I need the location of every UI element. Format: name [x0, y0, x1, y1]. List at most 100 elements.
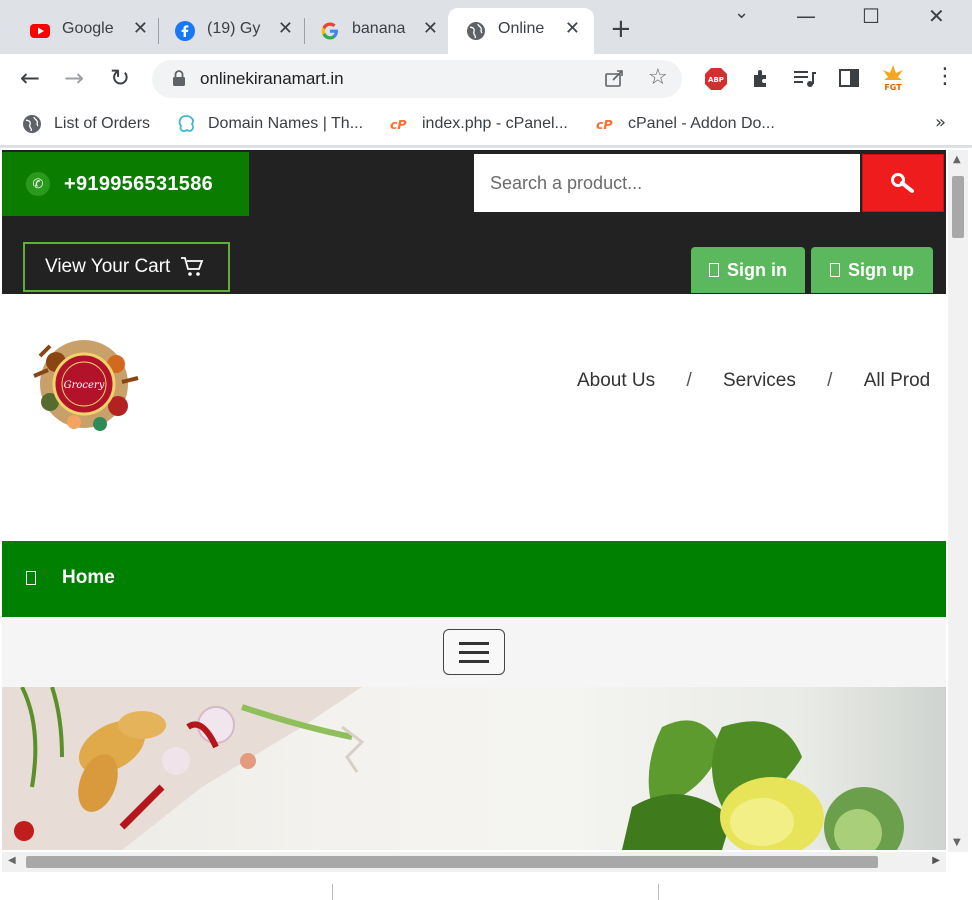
maximize-button[interactable]: ☐ [862, 4, 880, 28]
vertical-scrollbar[interactable]: ▲ ▼ [948, 150, 968, 852]
reload-icon[interactable]: ↻ [110, 64, 130, 92]
scroll-right-icon[interactable]: ▶ [932, 855, 940, 866]
bookmark-index-php[interactable]: cP index.php - cPanel... [390, 114, 568, 134]
bookmark-label: cPanel - Addon Do... [628, 115, 775, 132]
product-search-input[interactable] [474, 154, 860, 212]
tab-online-active[interactable]: Online ✕ [448, 8, 594, 54]
vegetables-banner-image [2, 687, 904, 850]
nav-separator: / [827, 370, 833, 391]
divider [658, 884, 659, 900]
divider [332, 884, 333, 900]
youtube-icon [30, 24, 50, 38]
tab-youtube[interactable]: Google ✕ [0, 8, 158, 54]
phone-box: ✆ +919956531586 [2, 152, 249, 216]
tab-label: (19) Gy [207, 20, 261, 37]
adblock-icon[interactable]: ABP [704, 67, 728, 91]
domain-icon [178, 115, 194, 133]
svg-text:cP: cP [390, 117, 407, 132]
sign-up-button[interactable]: Sign up [811, 247, 933, 293]
bookmark-star-icon[interactable]: ☆ [648, 65, 668, 90]
phone-icon: ✆ [26, 172, 50, 196]
logo-text: Grocery [64, 380, 105, 391]
forward-icon[interactable]: → [64, 64, 84, 92]
sign-in-label: Sign in [727, 259, 787, 280]
search-icon [891, 173, 914, 193]
tab-strip: Google ✕ (19) Gy ✕ banana ✕ Online ✕ + ⌄… [0, 0, 972, 54]
bookmark-label: List of Orders [54, 115, 151, 132]
scroll-up-icon[interactable]: ▲ [953, 154, 961, 165]
url-text: onlinekiranamart.in [200, 69, 344, 88]
page-bottom-strip [0, 872, 972, 900]
tab-label: Online [498, 20, 545, 37]
sign-in-button[interactable]: Sign in [691, 247, 805, 293]
fgt-extension-icon[interactable]: FGT [880, 64, 906, 92]
tab-label: banana [352, 20, 406, 37]
cart-icon [181, 257, 204, 276]
web-page: ✆ +919956531586 View Your Cart Sign in [2, 150, 946, 850]
horizontal-scrollbar[interactable]: ◀ ▶ [2, 852, 946, 872]
browser-window: Google ✕ (19) Gy ✕ banana ✕ Online ✕ + ⌄… [0, 0, 972, 900]
bookmark-list-of-orders[interactable]: List of Orders [22, 114, 150, 134]
google-icon [321, 22, 338, 40]
close-icon[interactable]: ✕ [423, 18, 438, 39]
page-viewport: ✆ +919956531586 View Your Cart Sign in [0, 148, 972, 900]
new-tab-button[interactable]: + [610, 14, 632, 44]
nav-all-products[interactable]: All Prod [864, 370, 931, 392]
phone-number: +919956531586 [64, 172, 214, 195]
signup-icon [830, 263, 840, 277]
nav-services[interactable]: Services [723, 370, 796, 392]
browser-toolbar: ← → ↻ onlinekiranamart.in ☆ ABP FGT ⋮ [0, 54, 972, 104]
address-bar[interactable]: onlinekiranamart.in ☆ [152, 60, 682, 98]
view-cart-button[interactable]: View Your Cart [23, 242, 230, 292]
tab-label: Google [62, 20, 114, 37]
scrollbar-thumb[interactable] [952, 176, 964, 238]
signin-icon [709, 263, 719, 277]
more-bookmarks-icon[interactable]: » [935, 112, 946, 133]
scroll-left-icon[interactable]: ◀ [8, 855, 16, 866]
extensions-icon[interactable] [750, 68, 772, 90]
home-nav-bar: Home [2, 541, 946, 617]
search-button[interactable] [862, 154, 944, 212]
scrollbar-thumb[interactable] [26, 856, 878, 868]
share-icon[interactable] [604, 68, 626, 88]
back-icon[interactable]: ← [20, 64, 40, 92]
menu-toggle-button[interactable] [443, 629, 505, 675]
svg-text:ABP: ABP [708, 76, 724, 84]
nav-about-us[interactable]: About Us [577, 370, 655, 392]
nav-separator: / [686, 370, 692, 391]
tab-google[interactable]: banana ✕ [290, 8, 448, 54]
side-panel-icon[interactable] [838, 67, 860, 89]
scroll-down-icon[interactable]: ▼ [953, 837, 961, 848]
bookmark-label: index.php - cPanel... [422, 115, 568, 132]
globe-icon [467, 22, 485, 40]
bookmark-cpanel-addon[interactable]: cP cPanel - Addon Do... [596, 114, 775, 134]
home-link[interactable]: Home [62, 567, 115, 589]
home-icon [26, 571, 36, 585]
hamburger-line [459, 642, 489, 645]
top-bar: ✆ +919956531586 View Your Cart Sign in [2, 150, 946, 294]
bookmark-domain-names[interactable]: Domain Names | Th... [176, 114, 363, 134]
tab-facebook[interactable]: (19) Gy ✕ [145, 8, 303, 54]
site-header: Grocery About Us / Services / All Prod [2, 294, 946, 541]
grocery-logo[interactable]: Grocery [26, 332, 142, 436]
menu-kebab-icon[interactable]: ⋮ [934, 64, 956, 89]
bookmark-label: Domain Names | Th... [208, 115, 364, 132]
svg-text:FGT: FGT [884, 83, 902, 92]
facebook-icon [175, 21, 195, 41]
close-icon[interactable]: ✕ [565, 18, 580, 39]
hamburger-line [459, 651, 489, 654]
cpanel-icon: cP [596, 117, 613, 132]
close-window-button[interactable]: ✕ [928, 4, 945, 28]
lock-icon [173, 70, 185, 86]
view-cart-label: View Your Cart [45, 256, 171, 277]
globe-icon [23, 115, 41, 133]
cpanel-icon: cP [390, 117, 407, 132]
tab-search-icon[interactable]: ⌄ [734, 2, 749, 23]
bookmarks-bar: List of Orders Domain Names | Th... cP i… [0, 104, 972, 146]
hamburger-line [459, 660, 489, 663]
media-control-icon[interactable] [792, 68, 816, 90]
svg-text:cP: cP [596, 117, 613, 132]
minimize-button[interactable]: — [796, 4, 816, 28]
navbar-toggle-bar [2, 617, 946, 687]
main-nav: About Us / Services / All Prod [577, 370, 930, 392]
